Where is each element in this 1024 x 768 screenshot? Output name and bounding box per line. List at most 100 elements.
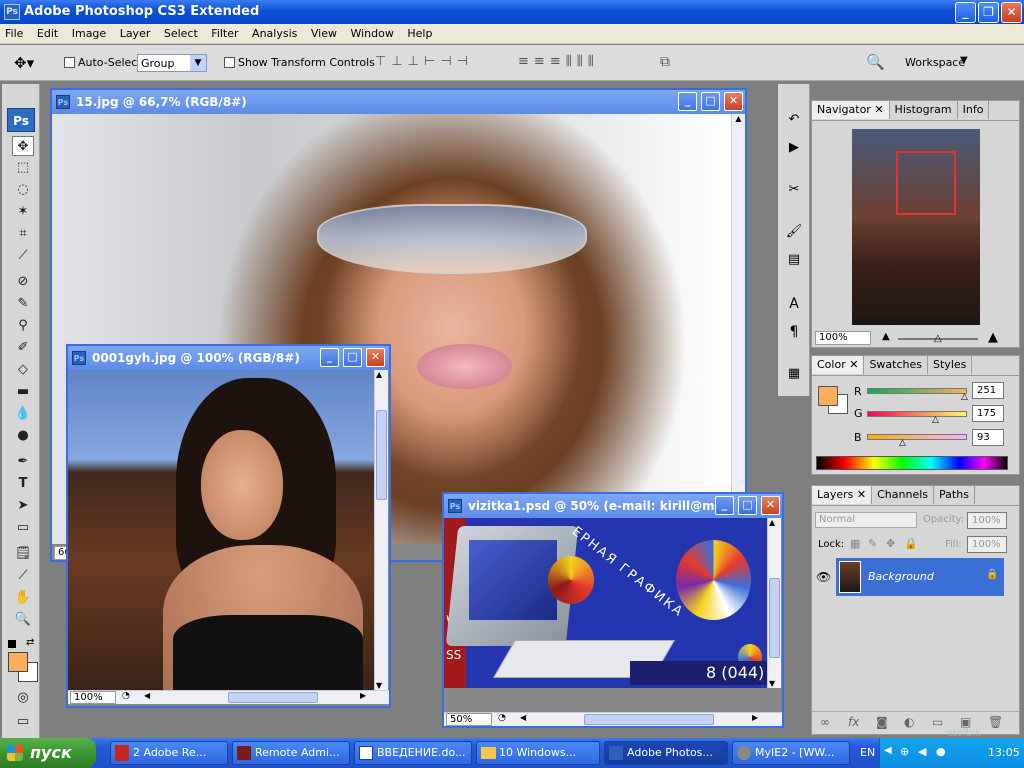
magic-wand-icon[interactable]: ✶ [12,202,34,222]
layer-comps-icon[interactable]: ▦ [783,366,805,388]
fill-value[interactable]: 100% [967,536,1007,553]
doc-vertical-scrollbar[interactable]: ▲ ▼ [767,518,781,688]
eyedropper2-icon[interactable]: ⟋ [12,566,34,586]
menu-help[interactable]: Help [402,24,437,43]
scroll-right-icon[interactable]: ▶ [752,713,758,722]
actions-panel-icon[interactable]: ▶ [783,140,805,162]
foreground-color-swatch[interactable] [8,652,28,672]
menu-layer[interactable]: Layer [115,24,156,43]
doc-minimize-button[interactable]: _ [320,348,339,367]
swap-colors-icon[interactable]: ⇄ [26,637,34,648]
doc-titlebar[interactable]: Ps vizitka1.psd @ 50% (e-mail: kirill@m.… [444,494,782,518]
navigator-view-box[interactable] [896,151,956,215]
doc-info-icon[interactable]: ◔ [498,713,506,723]
minimize-button[interactable]: _ [955,2,976,23]
hscroll-thumb[interactable] [584,714,714,725]
tray-network-icon[interactable]: ⊕ [900,745,909,758]
bridge-icon[interactable]: 🔍 [866,53,885,71]
tool-presets-icon[interactable]: ✂ [783,182,805,204]
tab-navigator[interactable]: Navigator ✕ [812,101,890,119]
r-value[interactable]: 251 [972,382,1004,399]
doc-close-button[interactable]: ✕ [724,92,743,111]
taskbar-item-photoshop[interactable]: Adobe Photos... [604,741,728,765]
tab-paths[interactable]: Paths [934,486,975,504]
blend-mode-dropdown[interactable]: Normal [815,512,917,528]
canvas-model-photo[interactable] [68,370,374,690]
scroll-left-icon[interactable]: ◀ [520,713,526,722]
hscroll-thumb[interactable] [228,692,318,703]
taskbar-item-word-doc[interactable]: ВВЕДЕНИЕ.do... [354,741,472,765]
marquee-tool-icon[interactable]: ⬚ [12,158,34,178]
navigator-zoom-field[interactable]: 100% [815,331,871,345]
align-hcenter-icon[interactable]: ⊣ [440,54,456,69]
scroll-thumb[interactable] [376,410,387,500]
doc-zoom-field[interactable]: 100% [70,691,116,704]
clone-source-icon[interactable]: ▤ [783,252,805,274]
doc-close-button[interactable]: ✕ [761,496,780,515]
doc-maximize-button[interactable]: □ [343,348,362,367]
navigator-thumbnail[interactable] [852,129,980,325]
slider-thumb[interactable]: △ [934,333,942,344]
pen-tool-icon[interactable]: ✒ [12,452,34,472]
opacity-value[interactable]: 100% [967,512,1007,529]
type-tool-icon[interactable]: T [12,474,34,494]
menu-image[interactable]: Image [67,24,111,43]
doc-titlebar[interactable]: Ps 0001gyh.jpg @ 100% (RGB/8#) _ □ ✕ [68,346,389,370]
lock-position-icon[interactable]: ✥ [886,537,895,550]
eraser-icon[interactable]: ◇ [12,360,34,380]
default-colors-icon[interactable] [8,640,16,648]
align-right-icon[interactable]: ⊣ [457,54,473,69]
color-fg-swatch[interactable] [818,386,838,406]
lock-image-icon[interactable]: ✎ [868,537,877,550]
scroll-down-icon[interactable]: ▼ [769,679,775,688]
doc-horizontal-scrollbar[interactable]: 100% ◔ ◀ ▶ [68,690,389,704]
layer-mask-icon[interactable]: ◙ [876,715,888,729]
tray-volume-icon[interactable]: ◀ [918,745,926,758]
tab-channels[interactable]: Channels [872,486,935,504]
color-spectrum-bar[interactable] [816,456,1008,470]
b-slider[interactable] [867,434,967,440]
clone-stamp-icon[interactable]: ⚲ [12,316,34,336]
zoom-out-icon[interactable]: ▲ [882,331,890,342]
brush-tool-icon[interactable]: ✎ [12,294,34,314]
g-slider-thumb[interactable]: △ [932,415,939,425]
history-brush-icon[interactable]: ✐ [12,338,34,358]
distribute-vcenter-icon[interactable]: ≡ [534,54,550,69]
b-slider-thumb[interactable]: △ [899,438,906,448]
hand-tool-icon[interactable]: ✋ [12,588,34,608]
layer-row-background[interactable]: Background 🔒 [836,558,1004,596]
healing-brush-icon[interactable]: ⊘ [12,272,34,292]
r-slider[interactable] [867,388,967,394]
quick-mask-icon[interactable]: ◎ [12,688,34,708]
doc-info-icon[interactable]: ◔ [122,691,130,701]
path-selection-icon[interactable]: ➤ [12,496,34,516]
taskbar-item-myie2[interactable]: MyIE2 - [WW... [732,741,850,765]
tab-layers[interactable]: Layers ✕ [812,486,873,504]
restore-button[interactable]: ❐ [978,2,999,23]
doc-vertical-scrollbar[interactable]: ▲ [731,114,745,544]
show-transform-checkbox[interactable] [224,57,235,68]
align-vcenter-icon[interactable]: ⊥ [391,54,407,69]
notes-tool-icon[interactable]: 🗒 [12,544,34,564]
distribute-right-icon[interactable]: ⫼ [588,54,599,69]
move-tool-icon[interactable]: ✥ [12,136,34,156]
auto-select-dropdown[interactable]: Group ▼ [137,54,207,72]
adjustment-layer-icon[interactable]: ◐ [904,715,914,729]
align-left-icon[interactable]: ⊢ [424,54,440,69]
screen-mode-icon[interactable]: ▭ [12,712,34,732]
auto-align-icon[interactable]: ⧉ [660,54,670,70]
brushes-panel-icon[interactable]: 🖌 [783,224,805,246]
tray-app-icon[interactable]: ● [936,745,946,758]
tab-color[interactable]: Color ✕ [812,356,865,374]
tray-clock[interactable]: 13:05 [988,746,1020,759]
dodge-tool-icon[interactable]: ● [12,426,34,446]
new-layer-icon[interactable]: ▣ [960,715,971,729]
tab-info[interactable]: Info [958,101,990,119]
layer-style-icon[interactable]: fx [848,715,859,729]
close-button[interactable]: ✕ [1001,2,1022,23]
scroll-up-icon[interactable]: ▲ [733,114,744,128]
scroll-left-icon[interactable]: ◀ [144,691,150,700]
tab-swatches[interactable]: Swatches [864,356,929,374]
scroll-up-icon[interactable]: ▲ [769,518,775,527]
character-panel-icon[interactable]: A [783,296,805,318]
